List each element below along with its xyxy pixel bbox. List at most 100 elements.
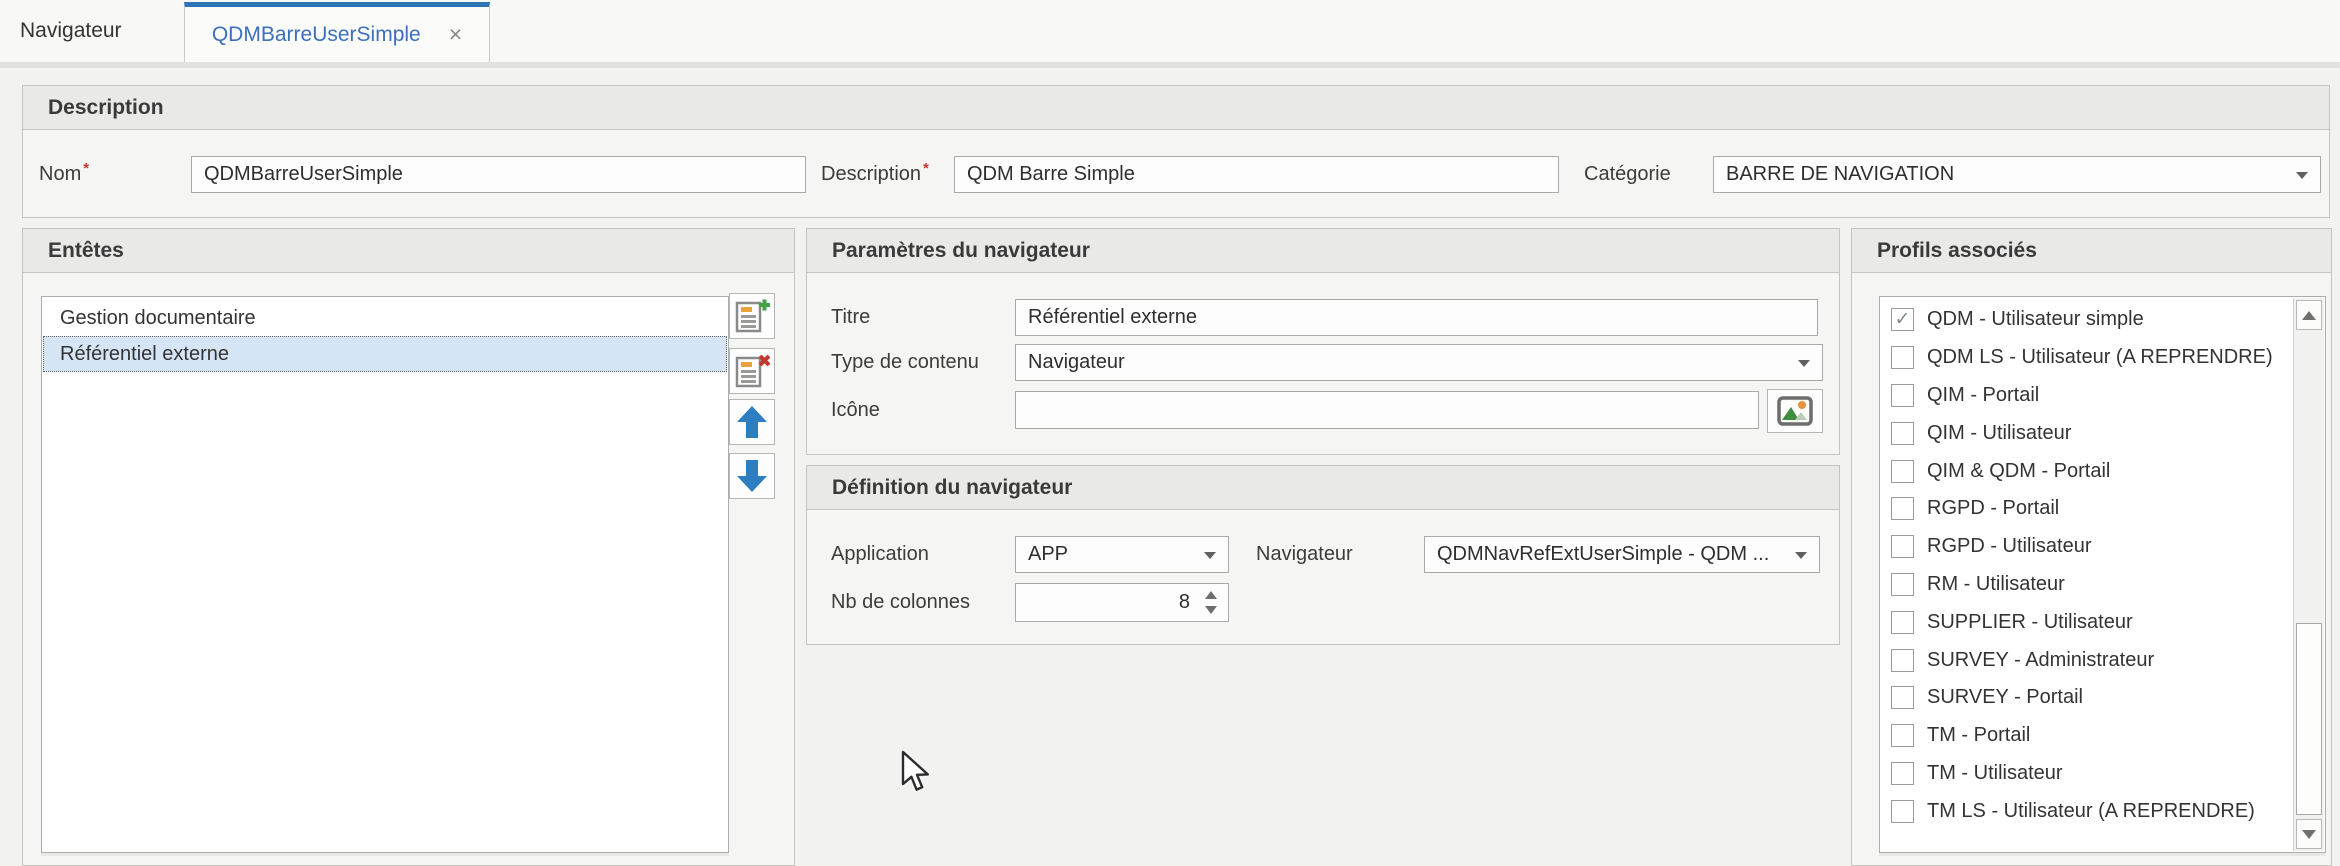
checkbox-unchecked-icon[interactable]: [1891, 497, 1914, 520]
profils-group-header: Profils associés: [1852, 229, 2331, 273]
profil-row[interactable]: QIM - Portail: [1881, 377, 2291, 415]
checkbox-unchecked-icon[interactable]: [1891, 573, 1914, 596]
profil-row[interactable]: TM - Portail: [1881, 717, 2291, 755]
profil-label: SURVEY - Administrateur: [1927, 649, 2154, 672]
icone-picker-button[interactable]: [1767, 389, 1823, 433]
checkbox-checked-icon[interactable]: ✓: [1891, 308, 1914, 331]
description-group: Description Nom* QDMBarreUserSimple Desc…: [22, 85, 2330, 218]
profil-row[interactable]: QDM LS - Utilisateur (A REPRENDRE): [1881, 339, 2291, 377]
checkbox-unchecked-icon[interactable]: [1891, 762, 1914, 785]
profils-list[interactable]: ✓ QDM - Utilisateur simple QDM LS - Utilis…: [1879, 296, 2326, 853]
profil-row[interactable]: SUPPLIER - Utilisateur: [1881, 603, 2291, 641]
type-contenu-label: Type de contenu: [831, 344, 979, 381]
profil-label: RM - Utilisateur: [1927, 573, 2065, 596]
titre-label: Titre: [831, 299, 870, 336]
profil-row[interactable]: ✓ QDM - Utilisateur simple: [1881, 301, 2291, 339]
profil-label: RGPD - Utilisateur: [1927, 535, 2091, 558]
required-asterisk: *: [923, 160, 929, 177]
move-down-button[interactable]: [729, 453, 775, 499]
checkbox-unchecked-icon[interactable]: [1891, 422, 1914, 445]
move-up-button[interactable]: [729, 399, 775, 445]
checkbox-unchecked-icon[interactable]: [1891, 649, 1914, 672]
entetes-group: Entêtes Gestion documentaireRéférentiel …: [22, 228, 795, 866]
profil-row[interactable]: SURVEY - Administrateur: [1881, 641, 2291, 679]
tab-navigateur[interactable]: Navigateur: [14, 0, 148, 62]
parametres-group: Paramètres du navigateur Titre Référenti…: [806, 228, 1840, 455]
scrollbar-up-button[interactable]: [2296, 300, 2322, 330]
profil-row[interactable]: QIM & QDM - Portail: [1881, 452, 2291, 490]
profil-row[interactable]: TM LS - Utilisateur (A REPRENDRE): [1881, 792, 2291, 830]
add-item-button[interactable]: [729, 293, 775, 339]
icone-label: Icône: [831, 391, 880, 429]
type-contenu-dropdown[interactable]: Navigateur: [1015, 344, 1823, 381]
tab-label: QDMBarreUserSimple: [212, 23, 421, 47]
list-item[interactable]: Gestion documentaire: [43, 300, 727, 336]
definition-group: Définition du navigateur Application APP…: [806, 465, 1840, 645]
group-title: Profils associés: [1877, 239, 2037, 263]
arrow-up-icon: [735, 404, 769, 440]
application-dropdown[interactable]: APP: [1015, 536, 1229, 573]
profil-row[interactable]: RM - Utilisateur: [1881, 566, 2291, 604]
icone-field[interactable]: [1015, 391, 1759, 429]
group-title: Entêtes: [48, 239, 124, 263]
categorie-dropdown[interactable]: BARRE DE NAVIGATION: [1713, 156, 2321, 193]
nom-field[interactable]: QDMBarreUserSimple: [191, 156, 806, 193]
profils-list-rows: ✓ QDM - Utilisateur simple QDM LS - Utilis…: [1881, 301, 2291, 830]
description-field[interactable]: QDM Barre Simple: [954, 156, 1559, 193]
profil-row[interactable]: QIM - Utilisateur: [1881, 414, 2291, 452]
checkbox-unchecked-icon[interactable]: [1891, 611, 1914, 634]
tab-strip: Navigateur QDMBarreUserSimple ×: [0, 0, 2340, 68]
checkbox-unchecked-icon[interactable]: [1891, 800, 1914, 823]
profil-row[interactable]: TM - Utilisateur: [1881, 755, 2291, 793]
profil-label: SUPPLIER - Utilisateur: [1927, 611, 2133, 634]
group-title: Paramètres du navigateur: [832, 239, 1090, 263]
profil-label: TM LS - Utilisateur (A REPRENDRE): [1927, 800, 2255, 823]
scrollbar-thumb[interactable]: [2296, 623, 2322, 815]
definition-group-header: Définition du navigateur: [807, 466, 1839, 510]
profils-group: Profils associés ✓ QDM - Utilisateur simp…: [1851, 228, 2332, 866]
nom-label: Nom*: [39, 156, 89, 193]
parametres-group-header: Paramètres du navigateur: [807, 229, 1839, 273]
profil-row[interactable]: SURVEY - Portail: [1881, 679, 2291, 717]
description-group-header: Description: [23, 86, 2329, 130]
checkbox-unchecked-icon[interactable]: [1891, 384, 1914, 407]
application-label: Application: [831, 536, 929, 573]
checkbox-unchecked-icon[interactable]: [1891, 346, 1914, 369]
profil-label: SURVEY - Portail: [1927, 686, 2083, 709]
nb-colonnes-stepper[interactable]: 8: [1015, 583, 1229, 622]
scrollbar-down-button[interactable]: [2296, 819, 2322, 849]
checkbox-unchecked-icon[interactable]: [1891, 535, 1914, 558]
tab-qdmbarreusersimple[interactable]: QDMBarreUserSimple ×: [184, 2, 490, 62]
required-asterisk: *: [83, 160, 89, 177]
stepper-up-icon[interactable]: [1205, 591, 1217, 599]
checkbox-unchecked-icon[interactable]: [1891, 724, 1914, 747]
categorie-label: Catégorie: [1584, 156, 1671, 193]
entetes-list[interactable]: Gestion documentaireRéférentiel externe: [41, 296, 729, 853]
stepper-down-icon[interactable]: [1205, 606, 1217, 614]
profil-row[interactable]: RGPD - Portail: [1881, 490, 2291, 528]
delete-item-button[interactable]: [729, 348, 775, 394]
image-icon: [1777, 396, 1813, 426]
profil-label: RGPD - Portail: [1927, 497, 2059, 520]
titre-field[interactable]: Référentiel externe: [1015, 299, 1818, 336]
close-icon[interactable]: ×: [449, 23, 462, 46]
nb-colonnes-label: Nb de colonnes: [831, 583, 970, 622]
triangle-down-icon: [2302, 830, 2316, 839]
description-label: Description*: [821, 156, 929, 193]
chevron-down-icon: [1204, 552, 1216, 559]
chevron-down-icon: [1798, 360, 1810, 367]
triangle-up-icon: [2302, 311, 2316, 320]
chevron-down-icon: [2296, 172, 2308, 179]
navigateur-dropdown[interactable]: QDMNavRefExtUserSimple - QDM ...: [1424, 536, 1820, 573]
checkbox-unchecked-icon[interactable]: [1891, 460, 1914, 483]
mouse-cursor: [901, 750, 935, 794]
delete-list-icon: [734, 353, 770, 389]
profil-label: TM - Utilisateur: [1927, 762, 2063, 785]
list-item[interactable]: Référentiel externe: [43, 336, 727, 372]
profil-row[interactable]: RGPD - Utilisateur: [1881, 528, 2291, 566]
checkbox-unchecked-icon[interactable]: [1891, 686, 1914, 709]
profils-scrollbar[interactable]: [2293, 298, 2324, 851]
navigateur-label: Navigateur: [1256, 536, 1353, 573]
tab-label: Navigateur: [20, 19, 122, 43]
profil-label: QDM - Utilisateur simple: [1927, 308, 2144, 331]
